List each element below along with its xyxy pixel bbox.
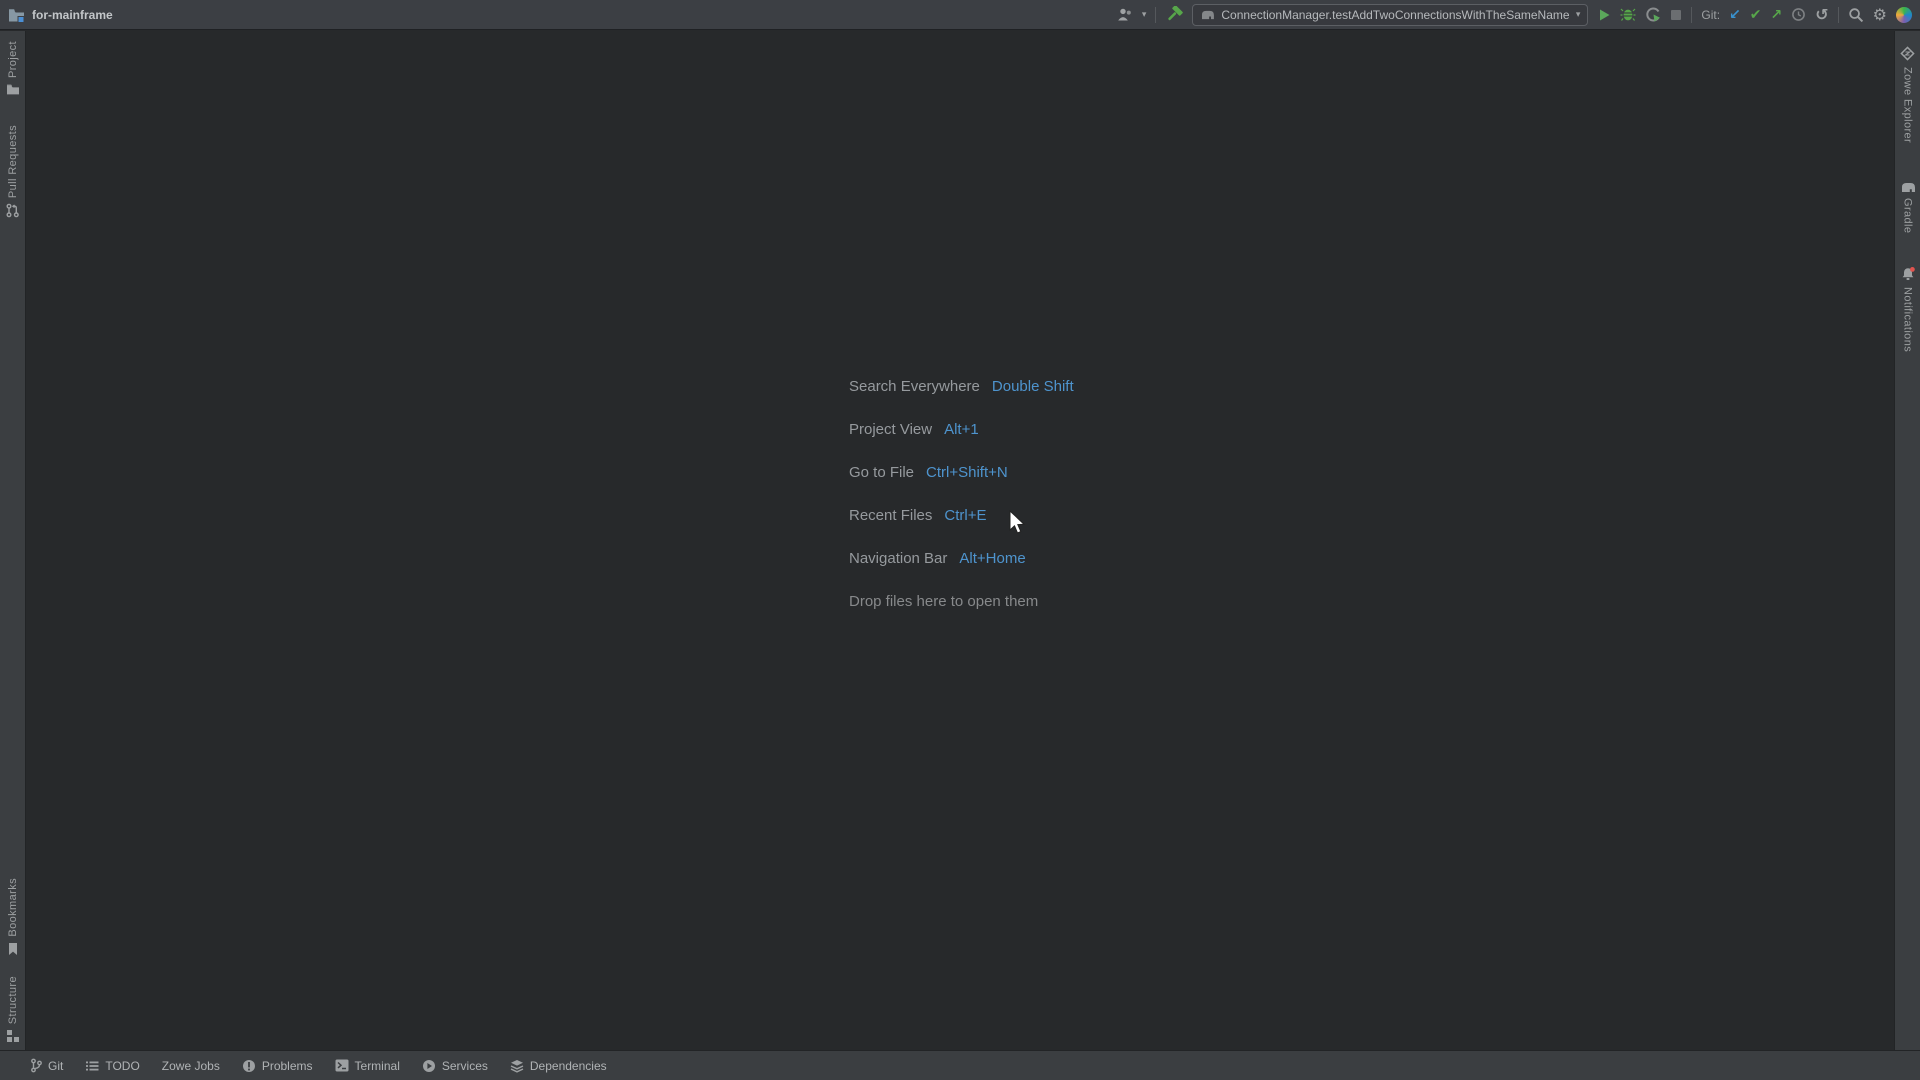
right-tool-window-stripe: Zowe Explorer Gradle Notifications: [1894, 31, 1920, 1050]
gradle-label: Gradle: [1902, 198, 1914, 233]
tool-window-todo[interactable]: TODO: [85, 1059, 139, 1073]
gradle-task-icon: [1200, 9, 1215, 20]
shortcut-keys: Ctrl+Shift+N: [926, 464, 1008, 481]
titlebar: for-mainframe ▾ ConnectionManager.testAd…: [0, 0, 1920, 30]
shortcut-row: Go to File Ctrl+Shift+N: [849, 464, 1074, 484]
zowe-icon: [1899, 45, 1916, 62]
todo-label: TODO: [105, 1059, 139, 1073]
left-tool-window-stripe: Project Pull Requests Bookmarks Struc: [0, 31, 26, 1050]
bottom-tool-window-bar: Git TODO Zowe Jobs Problems Terminal: [0, 1050, 1920, 1080]
run-configuration-select[interactable]: ConnectionManager.testAddTwoConnectionsW…: [1192, 4, 1588, 26]
shortcut-row: Search Everywhere Double Shift: [849, 378, 1074, 398]
shortcut-row: Navigation Bar Alt+Home: [849, 550, 1074, 570]
tool-window-terminal[interactable]: Terminal: [335, 1059, 400, 1073]
git-update-icon[interactable]: ↙: [1729, 8, 1741, 22]
gradle-icon: [1900, 181, 1916, 193]
structure-label: Structure: [7, 976, 19, 1024]
ide-window: for-mainframe ▾ ConnectionManager.testAd…: [0, 0, 1920, 1080]
user-account-icon[interactable]: [1117, 7, 1133, 22]
tool-window-zowe-jobs[interactable]: Zowe Jobs: [162, 1059, 220, 1073]
git-toolbar-label: Git:: [1701, 8, 1720, 22]
shortcut-row: Drop files here to open them: [849, 593, 1074, 613]
terminal-label: Terminal: [355, 1059, 400, 1073]
tool-window-services[interactable]: Services: [422, 1059, 488, 1073]
project-folder-icon: [8, 7, 25, 23]
dependencies-label: Dependencies: [530, 1059, 607, 1073]
tool-window-project[interactable]: Project: [6, 41, 20, 95]
project-icon: [6, 83, 20, 95]
tool-window-problems[interactable]: Problems: [242, 1059, 313, 1073]
structure-icon: [6, 1029, 19, 1042]
pull-requests-label: Pull Requests: [7, 125, 19, 198]
services-label: Services: [442, 1059, 488, 1073]
tool-window-pull-requests[interactable]: Pull Requests: [5, 125, 20, 218]
git-label: Git: [48, 1059, 63, 1073]
notifications-bell-icon: [1900, 266, 1916, 282]
toolbar-separator: [1155, 7, 1156, 23]
pull-request-icon: [5, 203, 20, 218]
tool-window-gradle[interactable]: Gradle: [1900, 181, 1916, 233]
shortcut-label: Search Everywhere: [849, 378, 980, 395]
shortcut-keys: Alt+1: [944, 421, 979, 438]
profiler-button[interactable]: [1645, 7, 1661, 22]
problems-icon: [242, 1059, 256, 1073]
terminal-icon: [335, 1059, 349, 1072]
run-button[interactable]: [1597, 8, 1611, 22]
zowe-jobs-label: Zowe Jobs: [162, 1059, 220, 1073]
zowe-explorer-label: Zowe Explorer: [1902, 67, 1914, 143]
shortcut-label: Navigation Bar: [849, 550, 947, 567]
shortcut-label: Project View: [849, 421, 932, 438]
editor-empty-area[interactable]: Search Everywhere Double Shift Project Vi…: [27, 31, 1893, 1050]
git-push-icon[interactable]: ↗: [1771, 8, 1783, 22]
git-commit-icon[interactable]: ✔: [1750, 8, 1762, 22]
mouse-cursor: [1008, 510, 1028, 541]
shortcut-keys: Double Shift: [992, 378, 1074, 395]
git-branch-icon: [30, 1058, 42, 1073]
history-clock-icon[interactable]: [1791, 7, 1806, 22]
tool-window-notifications[interactable]: Notifications: [1900, 266, 1916, 352]
services-icon: [422, 1059, 436, 1073]
toolbar-separator: [1691, 7, 1692, 23]
build-hammer-icon[interactable]: [1165, 6, 1183, 23]
shortcut-keys: Alt+Home: [959, 550, 1025, 567]
drop-files-hint: Drop files here to open them: [849, 593, 1038, 610]
bookmark-icon: [7, 942, 19, 956]
toolbar-separator: [1838, 7, 1839, 23]
run-configuration-name: ConnectionManager.testAddTwoConnectionsW…: [1221, 8, 1569, 22]
tool-window-zowe-explorer[interactable]: Zowe Explorer: [1899, 45, 1916, 143]
notifications-label: Notifications: [1902, 287, 1914, 352]
project-label: Project: [7, 41, 19, 78]
problems-label: Problems: [262, 1059, 313, 1073]
tool-window-git[interactable]: Git: [30, 1058, 63, 1073]
shortcut-keys: Ctrl+E: [944, 507, 986, 524]
window-title: for-mainframe: [32, 8, 113, 22]
tool-window-bookmarks[interactable]: Bookmarks: [7, 878, 19, 956]
shortcut-label: Go to File: [849, 464, 914, 481]
dependencies-layers-icon: [510, 1059, 524, 1073]
user-account-dropdown-caret[interactable]: ▾: [1142, 10, 1147, 20]
empty-editor-shortcuts: Search Everywhere Double Shift Project Vi…: [849, 378, 1074, 636]
stop-button[interactable]: [1670, 9, 1682, 21]
todo-list-icon: [85, 1060, 99, 1072]
ide-logo-icon[interactable]: [1896, 7, 1912, 23]
run-configuration-caret: ▾: [1576, 10, 1581, 20]
shortcut-row: Project View Alt+1: [849, 421, 1074, 441]
tool-window-dependencies[interactable]: Dependencies: [510, 1059, 607, 1073]
tool-window-structure[interactable]: Structure: [6, 976, 19, 1042]
debug-button[interactable]: [1620, 7, 1636, 22]
search-everywhere-icon[interactable]: [1848, 7, 1864, 23]
rollback-icon[interactable]: ↺: [1815, 7, 1828, 23]
bookmarks-label: Bookmarks: [7, 878, 19, 937]
shortcut-label: Recent Files: [849, 507, 932, 524]
shortcut-row: Recent Files Ctrl+E: [849, 507, 1074, 527]
settings-gear-icon[interactable]: ⚙: [1873, 7, 1887, 23]
